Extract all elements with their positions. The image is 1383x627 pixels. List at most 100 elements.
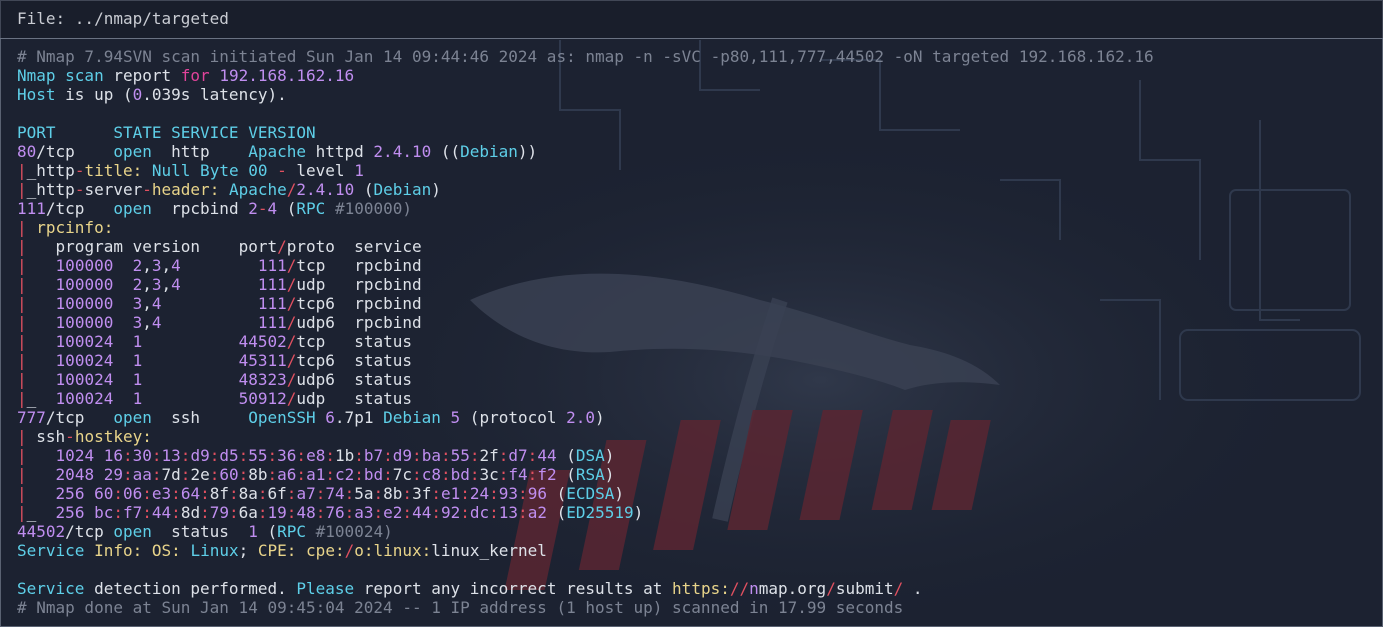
output-segment: _ (26, 389, 56, 408)
output-segment: e3 (151, 484, 172, 503)
output-segment: : (171, 484, 181, 503)
output-segment (162, 294, 258, 313)
output-segment: 100024 (55, 351, 114, 370)
output-line: | 100024 1 45311/tcp6 status (17, 351, 1154, 370)
output-segment: 6 (325, 408, 335, 427)
output-segment: 44 (412, 503, 432, 522)
output-segment: RPC (277, 522, 307, 541)
output-segment: udp status (296, 389, 412, 408)
output-segment: 44502 (17, 522, 66, 541)
output-segment (162, 313, 258, 332)
output-segment: udp6 status (296, 370, 412, 389)
output-segment: ECDSA (566, 484, 615, 503)
output-segment (441, 408, 451, 427)
output-segment: : (527, 446, 538, 465)
output-segment: : (469, 465, 480, 484)
output-segment (84, 541, 94, 560)
output-segment: : (113, 503, 123, 522)
output-segment: : (315, 503, 326, 522)
output-segment: 76 (325, 503, 345, 522)
output-segment (27, 275, 56, 294)
output-segment: | (17, 180, 27, 199)
output-segment: level (286, 161, 355, 180)
output-segment: tcp6 status (296, 351, 412, 370)
output-segment: detection performed. (84, 579, 297, 598)
output-segment: / (286, 389, 297, 408)
output-segment: 1 (354, 161, 364, 180)
output-segment: RSA (575, 465, 605, 484)
output-segment: rpcbind (151, 199, 249, 218)
output-segment: 2.4.10 (373, 142, 432, 161)
output-line: Nmap scan report for 192.168.162.16 (17, 66, 1154, 85)
output-segment: # Nmap done at Sun Jan 14 09:45:04 2024 … (17, 598, 904, 617)
output-segment: : (412, 465, 422, 484)
output-line: | 100000 2,3,4 111/tcp rpcbind (17, 256, 1154, 275)
output-segment: 4 (171, 275, 181, 294)
output-segment: : (122, 465, 133, 484)
output-segment: | (17, 351, 27, 370)
output-segment: c8 (421, 465, 441, 484)
output-segment: | (17, 427, 37, 446)
output-segment: 100000 (55, 275, 114, 294)
output-segment: / (344, 541, 355, 560)
output-segment: 44502 (238, 332, 287, 351)
file-path: ../nmap/targeted (74, 9, 229, 28)
output-segment: /tcp (65, 522, 114, 541)
output-segment: /tcp (45, 199, 114, 218)
output-segment: header: (151, 180, 220, 199)
output-segment: / (286, 351, 297, 370)
output-segment: : (122, 446, 133, 465)
output-segment: | (17, 370, 27, 389)
output-segment (27, 256, 56, 275)
output-segment: 4 (151, 313, 162, 332)
output-line: Service Info: OS: Linux; CPE: cpe:/o:lin… (17, 541, 1154, 560)
output-segment: 8d (180, 503, 201, 522)
output-segment: / (286, 332, 297, 351)
output-segment: | (17, 294, 27, 313)
output-segment: : (315, 484, 326, 503)
output-line: |_ 256 bc:f7:44:8d:79:6a:19:48:76:a3:e2:… (17, 503, 1154, 522)
output-segment: a7 (296, 484, 316, 503)
output-segment: 3c (479, 465, 499, 484)
output-line: 80/tcp open http Apache httpd 2.4.10 ((D… (17, 142, 1154, 161)
output-segment: Please (296, 579, 355, 598)
output-segment: Host (17, 85, 56, 104)
output-segment: | (17, 446, 27, 465)
output-segment: 16 (103, 446, 123, 465)
output-segment: udp rpcbind (296, 275, 422, 294)
output-segment: b7 (363, 446, 384, 465)
output-segment: title: (84, 161, 143, 180)
output-segment (113, 256, 132, 275)
output-segment (316, 408, 326, 427)
output-segment: 55 (248, 446, 268, 465)
output-segment (27, 351, 56, 370)
output-segment: 50912 (238, 389, 287, 408)
output-segment: 06 (123, 484, 143, 503)
output-line: | ssh-hostkey: (17, 427, 1154, 446)
output-segment: 6a (238, 503, 258, 522)
output-segment (27, 370, 56, 389)
output-segment (142, 541, 152, 560)
output-segment: | (17, 484, 27, 503)
output-segment: : (228, 484, 239, 503)
output-segment: 44 (151, 503, 172, 522)
output-segment: ) (614, 484, 625, 503)
output-line: 111/tcp open rpcbind 2-4 (RPC #100000) (17, 199, 1154, 218)
output-segment: , (142, 256, 152, 275)
output-segment: : (200, 484, 210, 503)
output-segment: ; (238, 541, 258, 560)
output-segment: Apache (248, 142, 306, 161)
output-segment: ) (595, 408, 605, 427)
file-label: File: (17, 9, 75, 28)
output-segment: 256 (55, 484, 85, 503)
output-line: | 256 60:06:e3:64:8f:8a:6f:a7:74:5a:8b:3… (17, 484, 1154, 503)
output-segment: e1 (440, 484, 461, 503)
output-segment (113, 370, 132, 389)
output-segment (142, 389, 238, 408)
output-segment: - (142, 180, 152, 199)
output-segment (142, 370, 238, 389)
output-segment: /tcp (36, 142, 114, 161)
output-segment: map.org (758, 579, 827, 598)
